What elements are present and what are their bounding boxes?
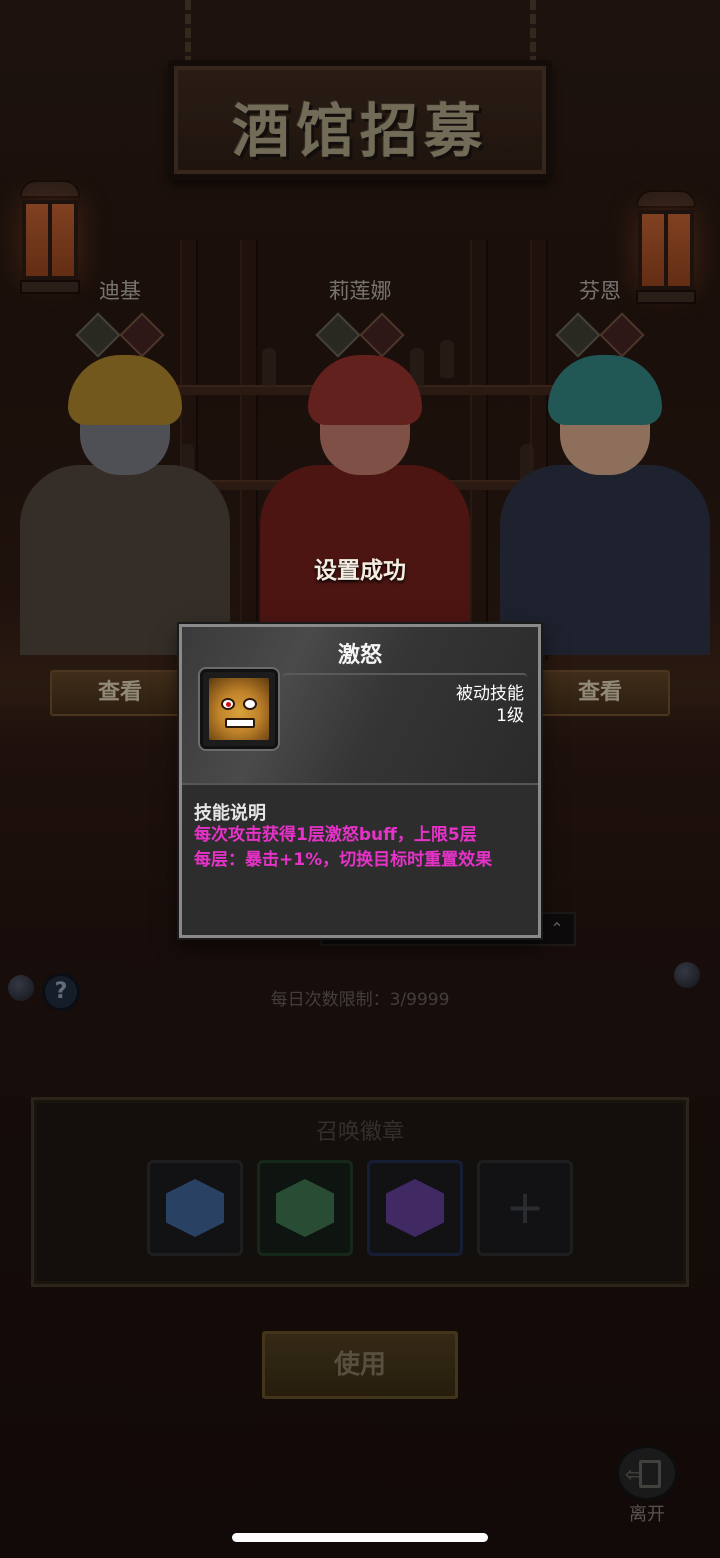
hero-badges [490,312,710,358]
hero-badges [10,312,230,358]
skill-desc-line-2: 每层：暴击+1%，切换目标时重置效果 [194,850,493,870]
sword-icon [119,312,165,358]
view-hero-3-button[interactable]: 查看 [530,670,670,716]
skill-name: 激怒 [337,643,382,668]
hero-name: 莉莲娜 [328,279,392,303]
add-icon: + [505,1180,545,1234]
hero-name: 迪基 [99,279,141,303]
purple-badge-icon [386,1179,444,1237]
hero-name: 芬恩 [579,279,621,303]
badge-slot-add[interactable]: + [477,1160,573,1256]
skill-description: 每次攻击获得1层激怒buff，上限5层 每层：暴击+1%，切换目标时重置效果 [194,823,494,873]
exit-door-icon[interactable]: ⇦ [616,1445,678,1501]
pillar [470,240,488,660]
hero-portrait[interactable] [260,355,470,655]
class-emblem-icon [75,312,121,358]
skill-desc-line-1: 每次攻击获得1层激怒buff，上限5层 [194,825,477,845]
popup-header-area: 激怒 被动技能 1级 [182,627,538,785]
home-indicator[interactable] [232,1533,488,1542]
skill-type: 被动技能 [456,684,524,704]
blue-badge-icon [166,1179,224,1237]
class-emblem-icon [555,312,601,358]
class-emblem-icon [315,312,361,358]
badge-slot-green[interactable] [257,1160,353,1256]
badge-slot-blue[interactable] [147,1160,243,1256]
divider [282,673,527,677]
rage-face-icon [209,678,269,740]
leave-button-label[interactable]: 离开 [616,1500,678,1526]
green-badge-icon [276,1179,334,1237]
skill-level: 1级 [496,706,524,726]
chevron-up-icon[interactable]: ⌃ [546,918,568,940]
skill-info-popup: 激怒 被动技能 1级 技能说明 每次攻击获得1层激怒buff，上限5层 每层：暴… [179,624,541,938]
skill-meta: 被动技能 1级 [456,683,524,727]
hero-badges [250,312,470,358]
use-button[interactable]: 使用 [262,1331,458,1399]
page-title: 酒馆招募 [231,97,488,165]
skill-icon-frame [200,669,278,749]
badge-slot-purple[interactable] [367,1160,463,1256]
hero-portrait[interactable] [20,355,230,655]
tavern-recruit-screen: { "header": {"title": "酒馆招募"}, "heroes":… [0,0,720,1558]
title-signboard: 酒馆招募 [168,60,552,180]
daily-limit-text: 每日次数限制：3/9999 [270,990,450,1010]
summon-badge-panel: 召唤徽章 + [31,1097,689,1287]
view-hero-1-button[interactable]: 查看 [50,670,190,716]
success-toast: 设置成功 [314,558,406,584]
hero-portrait[interactable] [500,355,710,655]
sword-icon [599,312,645,358]
sword-icon [359,312,405,358]
skill-desc-heading: 技能说明 [194,803,266,824]
panel-title: 召唤徽章 [315,1120,404,1145]
